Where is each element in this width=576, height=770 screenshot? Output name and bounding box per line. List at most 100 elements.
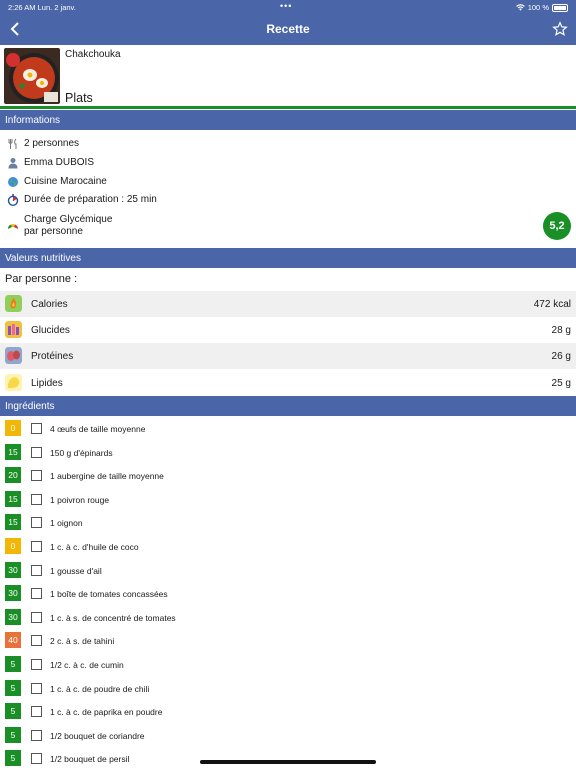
- ingredient-checkbox[interactable]: [31, 588, 42, 600]
- ingredient-row: 5 1/2 c. à c. de cumin: [0, 653, 576, 676]
- servings-text: 2 personnes: [24, 138, 80, 149]
- ingredient-row: 30 1 c. à s. de concentré de tomates: [0, 606, 576, 629]
- glycemic-index-badge: 15: [5, 443, 21, 460]
- ingredient-checkbox[interactable]: [31, 753, 42, 765]
- ingredient-row: 0 1 c. à c. d'huile de coco: [0, 535, 576, 558]
- glycemic-index-badge: 5: [5, 726, 21, 743]
- glycemic-index-badge: 15: [5, 490, 21, 507]
- gauge-icon: [8, 224, 18, 229]
- ingredient-row: 15 1 poivron rouge: [0, 488, 576, 511]
- glycemic-index-badge: 0: [5, 538, 21, 554]
- ingredient-checkbox[interactable]: [31, 682, 42, 694]
- star-outline-icon[interactable]: [552, 21, 568, 37]
- fork-knife-icon: [8, 138, 17, 149]
- ingredient-checkbox[interactable]: [31, 493, 42, 505]
- per-person-label: Par personne :: [5, 273, 78, 285]
- glycemic-index-badge: 40: [5, 632, 21, 649]
- status-bar: 2:26 AM Lun. 2 janv. ••• 100 %: [0, 0, 576, 14]
- nutrition-value: 26 g: [551, 351, 571, 362]
- glycemic-index-badge: 20: [5, 467, 21, 484]
- ingredient-row: 0 4 œufs de taille moyenne: [0, 417, 576, 440]
- ingredient-checkbox[interactable]: [31, 423, 42, 434]
- ingredient-text: 2 c. à s. de tahini: [50, 636, 115, 647]
- section-header-informations: Informations: [0, 110, 576, 130]
- recipe-name: Chakchouka: [65, 49, 121, 60]
- ingredient-row: 30 1 boîte de tomates concassées: [0, 582, 576, 605]
- home-indicator[interactable]: [200, 760, 376, 764]
- ingredient-checkbox[interactable]: [31, 729, 42, 741]
- nutrition-row-glucides: Glucides 28 g: [0, 317, 576, 343]
- ingredient-text: 1 c. à s. de concentré de tomates: [50, 612, 176, 623]
- glycemic-load-row: Charge Glycémique par personne 5,2: [0, 212, 576, 242]
- protein-icon: [5, 347, 22, 364]
- ingredient-row: 15 150 g d'épinards: [0, 441, 576, 464]
- ingredient-checkbox[interactable]: [31, 635, 42, 647]
- glycemic-index-badge: 5: [5, 656, 21, 672]
- globe-icon: [8, 177, 18, 187]
- ingredient-text: 1 aubergine de taille moyenne: [50, 471, 164, 482]
- battery-percent: 100 %: [527, 3, 549, 12]
- ingredient-text: 1 c. à c. d'huile de coco: [50, 542, 139, 552]
- status-time-date: 2:26 AM Lun. 2 janv.: [8, 3, 76, 12]
- battery-icon: [552, 3, 568, 12]
- ingredient-text: 1 gousse d'ail: [50, 565, 102, 576]
- fat-icon: [5, 374, 22, 391]
- status-right: 100 %: [515, 3, 568, 12]
- person-icon: [8, 158, 18, 169]
- glycemic-index-badge: 5: [5, 703, 21, 720]
- calories-icon: [5, 295, 22, 312]
- ingredient-text: 1 oignon: [50, 518, 83, 529]
- glycemic-index-badge: 30: [5, 608, 21, 625]
- section-header-nutrition: Valeurs nutritives: [0, 248, 576, 268]
- ingredient-text: 1 c. à c. de paprika en poudre: [50, 707, 163, 718]
- ingredient-text: 150 g d'épinards: [50, 447, 113, 458]
- ingredient-checkbox[interactable]: [31, 611, 42, 623]
- section-title: Ingrédients: [5, 401, 55, 412]
- ingredient-checkbox[interactable]: [31, 659, 42, 670]
- ingredient-text: 4 œufs de taille moyenne: [50, 424, 146, 434]
- recipe-header: Chakchouka Plats: [0, 45, 576, 106]
- glycemic-index-badge: 15: [5, 514, 21, 531]
- ingredient-checkbox[interactable]: [31, 706, 42, 718]
- ingredient-row: 5 1/2 bouquet de persil: [0, 747, 576, 770]
- section-title: Valeurs nutritives: [5, 253, 81, 264]
- glycemic-label: Charge Glycémique: [24, 214, 113, 225]
- info-servings: 2 personnes: [0, 135, 576, 153]
- ingredient-row: 15 1 oignon: [0, 511, 576, 534]
- info-author: Emma DUBOIS: [0, 154, 576, 172]
- ingredient-checkbox[interactable]: [31, 470, 42, 482]
- recipe-photo: [4, 48, 60, 104]
- glycemic-index-badge: 5: [5, 679, 21, 696]
- ingredient-text: 1 c. à c. de poudre de chili: [50, 683, 150, 694]
- info-cuisine: Cuisine Marocaine: [0, 173, 576, 191]
- nutrition-value: 25 g: [551, 378, 571, 389]
- ingredient-row: 30 1 gousse d'ail: [0, 559, 576, 582]
- ingredient-checkbox[interactable]: [31, 446, 42, 458]
- nutrition-label: Lipides: [31, 378, 63, 389]
- ingredient-text: 1 poivron rouge: [50, 494, 110, 505]
- ingredient-row: 5 1 c. à c. de paprika en poudre: [0, 700, 576, 723]
- page-title: Recette: [266, 22, 310, 36]
- recipe-category: Plats: [65, 91, 93, 105]
- nutrition-row-lipides: Lipides 25 g: [0, 370, 576, 396]
- nutrition-row-calories: Calories 472 kcal: [0, 291, 576, 317]
- ingredient-checkbox[interactable]: [31, 541, 42, 552]
- glycemic-sublabel: par personne: [24, 226, 83, 237]
- ingredient-row: 20 1 aubergine de taille moyenne: [0, 464, 576, 487]
- multitask-dots[interactable]: •••: [280, 1, 292, 11]
- ingredient-row: 40 2 c. à s. de tahini: [0, 629, 576, 652]
- nutrition-label: Calories: [31, 299, 68, 310]
- ingredient-row: 5 1/2 bouquet de coriandre: [0, 724, 576, 747]
- ingredient-checkbox[interactable]: [31, 517, 42, 529]
- ingredient-text: 1/2 bouquet de coriandre: [50, 730, 145, 741]
- nutrition-value: 28 g: [551, 325, 571, 336]
- nav-bar: Recette: [0, 14, 576, 45]
- nutrition-label: Protéines: [31, 351, 74, 362]
- ingredient-checkbox[interactable]: [31, 564, 42, 576]
- glycemic-index-badge: 30: [5, 585, 21, 602]
- info-prep-time: Durée de préparation : 25 min: [0, 191, 576, 209]
- glycemic-index-badge: 0: [5, 420, 21, 436]
- ingredient-text: 1 boîte de tomates concassées: [50, 589, 168, 600]
- carbs-icon: [5, 321, 22, 338]
- ingredient-text: 1/2 c. à c. de cumin: [50, 660, 124, 670]
